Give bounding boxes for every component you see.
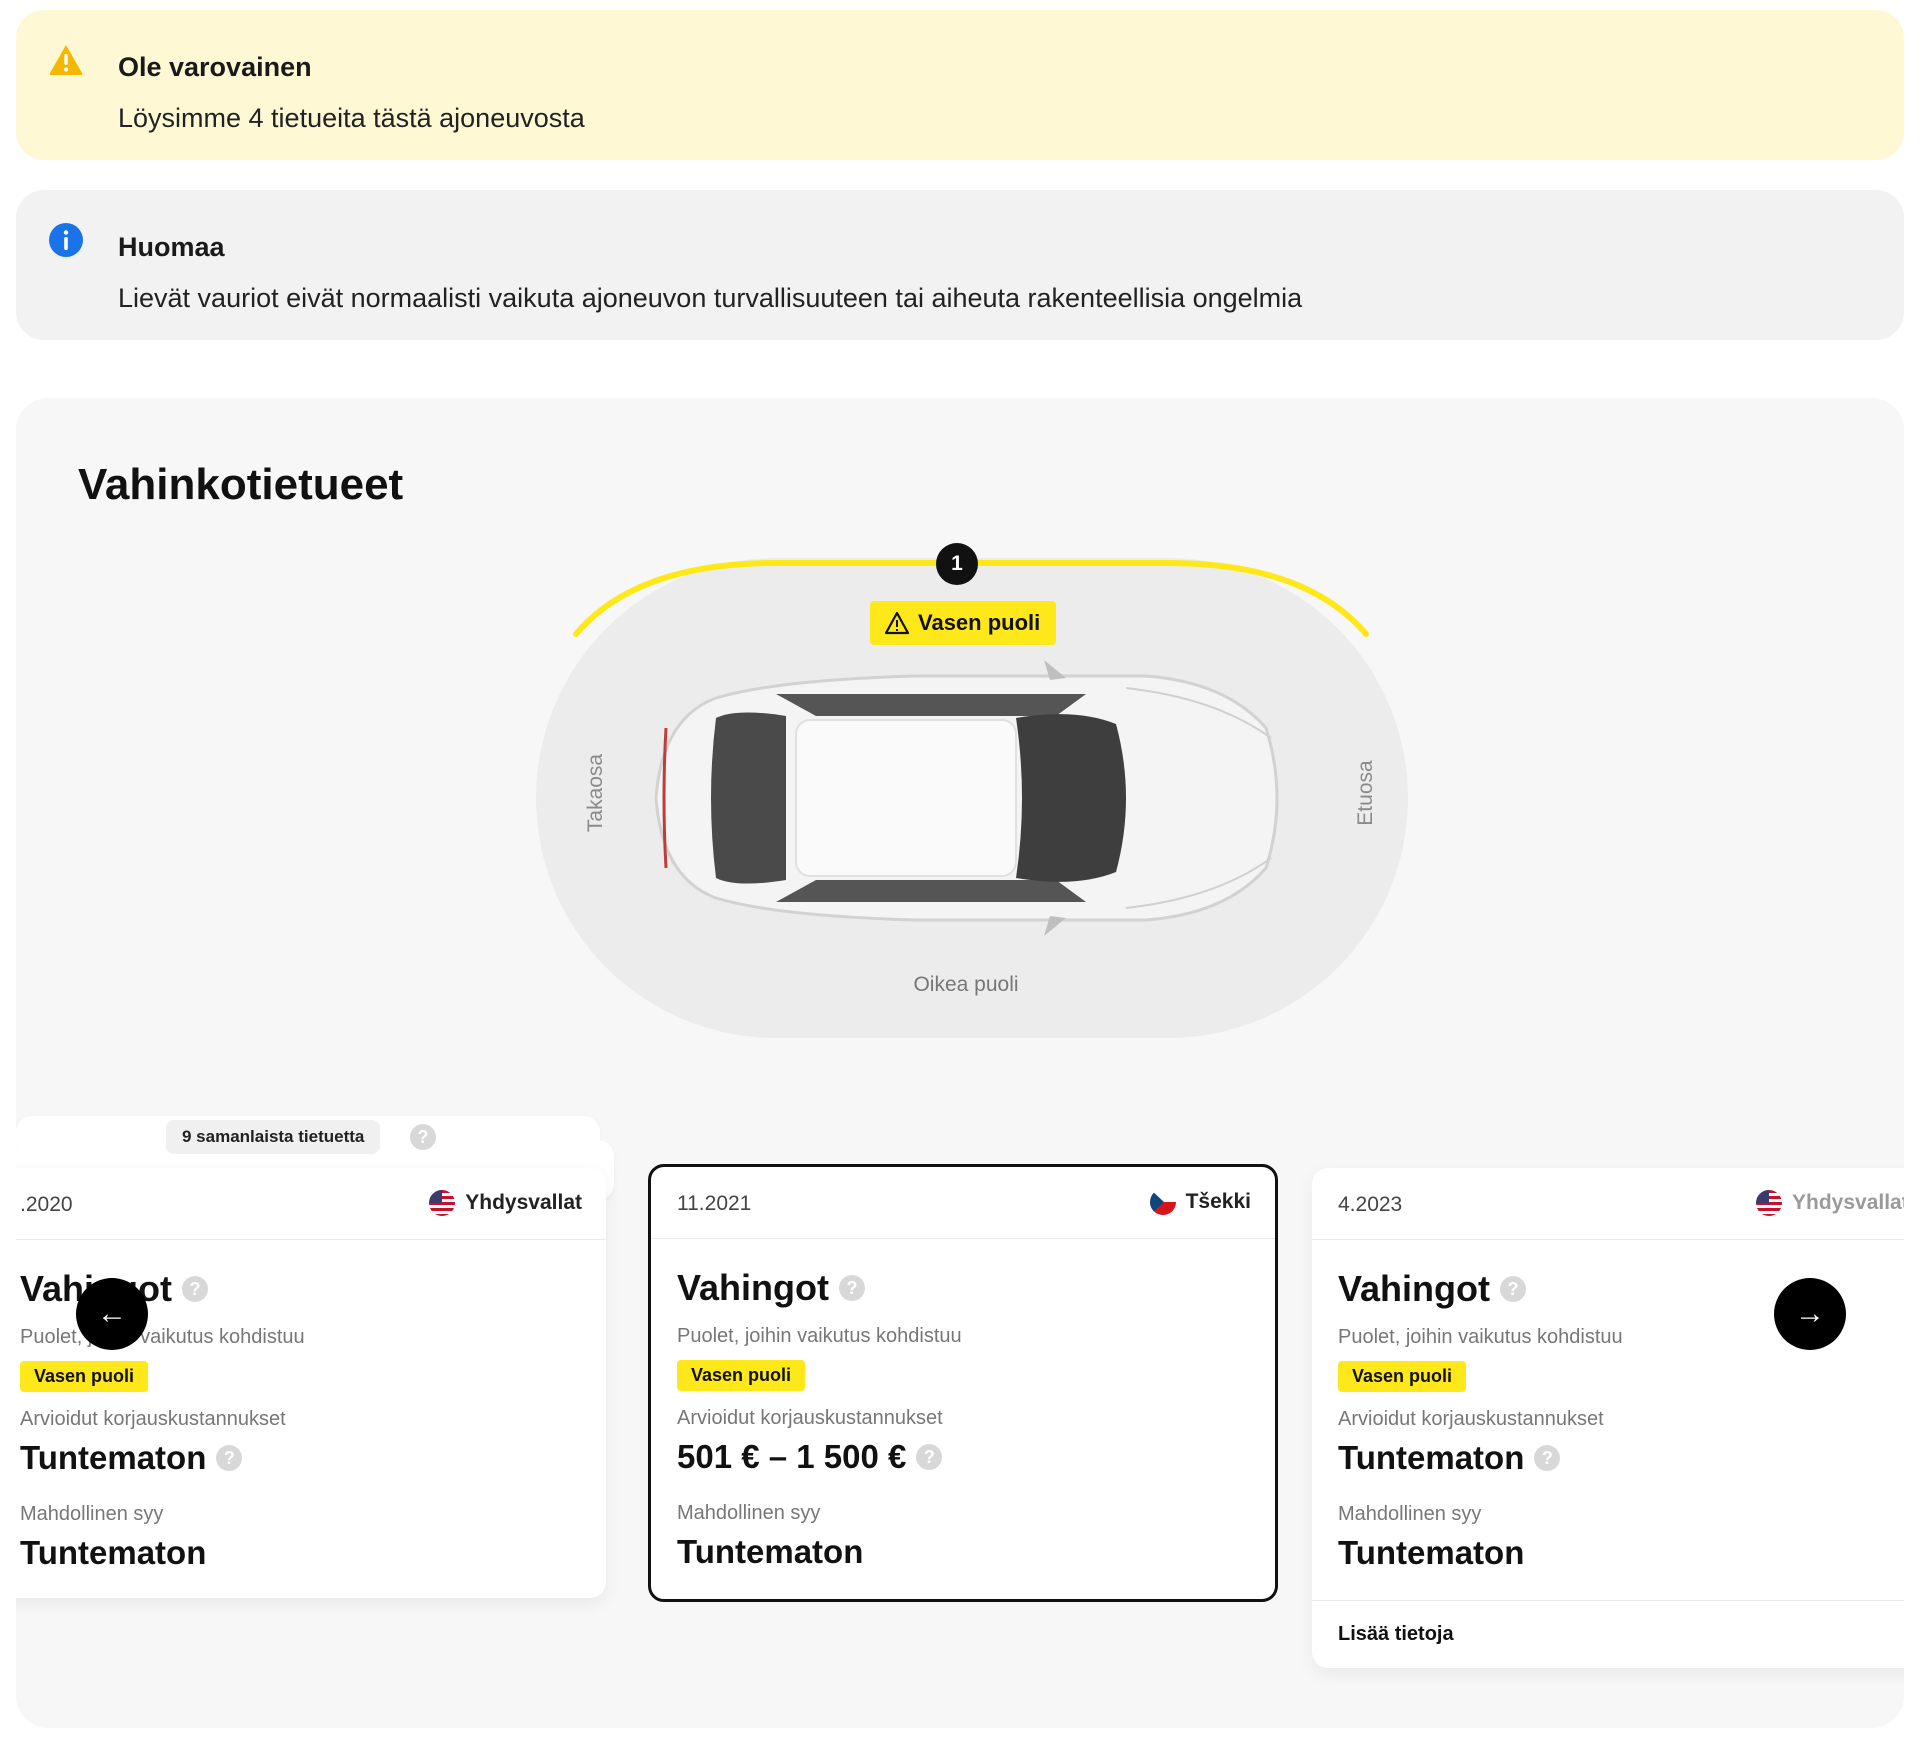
side-tag-label: Vasen puoli	[918, 610, 1041, 635]
info-title: Huomaa	[118, 232, 225, 262]
more-info-row[interactable]: Lisää tietoja	[1312, 1600, 1904, 1664]
affected-chip: Vasen puoli	[20, 1361, 149, 1392]
help-icon[interactable]: ?	[1500, 1276, 1526, 1302]
cause-label: Mahdollinen syy	[677, 1502, 821, 1524]
label-rear: Takaosa	[584, 753, 607, 833]
card-heading: Vahingot?	[677, 1267, 1217, 1309]
car-top-view-icon	[654, 660, 1279, 936]
heading-text: Vahingot	[1338, 1268, 1490, 1309]
info-circle-icon	[49, 223, 83, 257]
country-name: Tšekki	[1185, 1190, 1251, 1213]
cost-label: Arvioidut korjauskustannukset	[677, 1407, 943, 1429]
warning-text: Löysimme 4 tietueita tästä ajoneuvosta	[118, 103, 585, 133]
warning-triangle-icon	[884, 611, 910, 635]
record-card[interactable]: .2020 Yhdysvallat Vahingot? Puolet, joih…	[16, 1168, 606, 1598]
cost-value-text: Tuntematon	[20, 1439, 207, 1476]
damage-marker[interactable]: 1	[936, 543, 978, 585]
cause-label: Mahdollinen syy	[20, 1503, 164, 1525]
cost-label: Arvioidut korjauskustannukset	[1338, 1408, 1604, 1430]
country-name: Yhdysvallat	[1792, 1191, 1904, 1214]
similar-records-pill[interactable]: 9 samanlaista tietuetta	[166, 1120, 381, 1154]
warning-alert: Ole varovainen Löysimme 4 tietueita täst…	[16, 10, 1904, 160]
side-tag-left: Vasen puoli	[870, 601, 1057, 645]
czech-flag-icon	[1149, 1189, 1176, 1215]
info-text: Lievät vauriot eivät normaalisti vaikuta…	[118, 283, 1303, 313]
cost-label: Arvioidut korjauskustannukset	[20, 1408, 286, 1430]
cause-value: Tuntematon	[1338, 1534, 1525, 1571]
help-icon[interactable]: ?	[839, 1275, 865, 1301]
help-icon[interactable]: ?	[916, 1444, 943, 1470]
heading-text: Vahingot	[677, 1267, 829, 1308]
affected-chip: Vasen puoli	[1338, 1361, 1467, 1392]
help-icon[interactable]: ?	[216, 1445, 243, 1471]
card-header: .2020 Yhdysvallat	[16, 1168, 606, 1240]
more-info-link[interactable]: Lisää tietoja	[1338, 1623, 1454, 1646]
cost-value: 501 € – 1 500 €?	[677, 1438, 1217, 1476]
help-icon[interactable]: ?	[1534, 1445, 1561, 1471]
arrow-left-icon: ←	[97, 1297, 127, 1330]
affected-chip: Vasen puoli	[677, 1360, 806, 1391]
warning-triangle-icon	[49, 45, 83, 75]
next-button[interactable]: →	[1774, 1278, 1846, 1350]
car-damage-diagram: 1 Vasen puoli Takaosa Etuosa Oikea puoli	[16, 398, 1904, 1078]
card-date: 4.2023	[1338, 1193, 1403, 1216]
card-date: .2020	[20, 1193, 73, 1216]
card-header: 4.2023 Yhdysvallat	[1312, 1168, 1904, 1240]
help-icon[interactable]: ?	[410, 1124, 436, 1150]
prev-button[interactable]: ←	[76, 1278, 148, 1350]
damage-records-panel: Vahinkotietueet 1 Vasen puoli Takaosa Et…	[16, 398, 1904, 1728]
record-card-active[interactable]: 11.2021 Tšekki Vahingot? Puolet, joihin …	[648, 1164, 1278, 1602]
label-front: Etuosa	[1354, 760, 1377, 826]
card-country: Yhdysvallat	[429, 1190, 582, 1216]
country-name: Yhdysvallat	[465, 1191, 582, 1214]
info-alert: Huomaa Lievät vauriot eivät normaalisti …	[16, 190, 1904, 340]
warning-title: Ole varovainen	[118, 52, 312, 82]
us-flag-icon	[1756, 1190, 1782, 1216]
cost-value: Tuntematon?	[20, 1439, 560, 1477]
arrow-right-icon: →	[1795, 1297, 1825, 1330]
cause-value: Tuntematon	[20, 1534, 207, 1571]
record-card[interactable]: 4.2023 Yhdysvallat Vahingot? Puolet, joi…	[1312, 1168, 1904, 1668]
card-body: Vahingot? Puolet, joihin vaikutus kohdis…	[677, 1267, 1217, 1571]
card-country: Tšekki	[1149, 1189, 1251, 1215]
card-country: Yhdysvallat	[1756, 1190, 1904, 1216]
us-flag-icon	[429, 1190, 456, 1216]
card-header: 11.2021 Tšekki	[651, 1167, 1275, 1239]
card-date: 11.2021	[677, 1192, 752, 1215]
cause-value: Tuntematon	[677, 1533, 864, 1570]
help-icon[interactable]: ?	[182, 1276, 208, 1302]
label-right-side: Oikea puoli	[913, 973, 1019, 996]
cost-value-text: Tuntematon	[1338, 1439, 1525, 1476]
cause-label: Mahdollinen syy	[1338, 1503, 1482, 1525]
cost-value-text: 501 € – 1 500 €	[677, 1438, 907, 1475]
affected-label: Puolet, joihin vaikutus kohdistuu	[677, 1325, 962, 1347]
cost-value: Tuntematon?	[1338, 1439, 1878, 1477]
